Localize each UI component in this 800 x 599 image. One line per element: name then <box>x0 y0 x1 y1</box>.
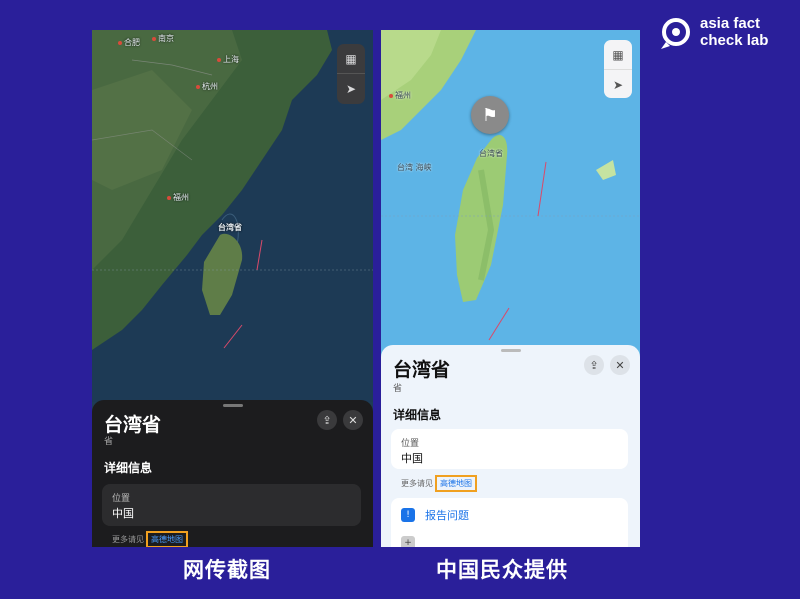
map-label-fuzhou: 福州 <box>167 192 189 203</box>
place-pin[interactable]: ⚑ <box>471 96 511 144</box>
city-dot-icon <box>389 93 393 98</box>
caption-right: 中国民众提供 <box>436 558 568 582</box>
satellite-map[interactable] <box>92 30 373 402</box>
location-value: 中国 <box>112 507 134 520</box>
left-phone-screenshot: 合肥 南京 上海 杭州 福州 台湾省 ▦ ➤ 台湾省 省 ⇪ ✕ 详细信息 位置… <box>92 30 373 547</box>
place-sheet: 台湾省 省 ⇪ ✕ 详细信息 位置 中国 更多请见 高德地图 <box>92 400 373 547</box>
city-dot-icon <box>217 57 221 62</box>
exclamation-bubble-icon: ! <box>401 508 415 522</box>
sheet-grabber[interactable] <box>222 404 243 407</box>
sheet-grabber[interactable] <box>500 349 521 352</box>
magnifier-logo-icon <box>661 18 690 49</box>
standard-map[interactable] <box>381 30 640 350</box>
map-label-taiwan: 台湾省 <box>218 223 242 232</box>
share-icon[interactable]: ⇪ <box>317 410 337 430</box>
actions-list: ! 报告问题 + <box>391 498 628 547</box>
location-value: 中国 <box>401 452 423 465</box>
map-icon[interactable]: ▦ <box>337 44 365 74</box>
location-card: 位置 中国 <box>391 429 628 469</box>
place-sheet: 台湾省 省 ⇪ ✕ 详细信息 位置 中国 更多请见 高德地图 ! 报告问题 + <box>381 345 640 547</box>
details-heading: 详细信息 <box>393 408 442 422</box>
report-issue-button[interactable]: ! 报告问题 <box>401 507 469 523</box>
add-icon: + <box>401 536 415 547</box>
city-dot-icon <box>152 36 156 41</box>
map-controls: ▦ ➤ <box>604 40 632 98</box>
more-info-line: 更多请见 高德地图 <box>401 475 477 492</box>
city-dot-icon <box>167 195 171 200</box>
place-subtitle: 省 <box>104 437 114 447</box>
map-label-fuzhou: 福州 <box>389 90 411 101</box>
map-label-hefei: 合肥 <box>118 37 140 48</box>
place-title: 台湾省 <box>104 414 162 436</box>
close-icon[interactable]: ✕ <box>610 355 630 375</box>
location-card: 位置 中国 <box>102 484 361 526</box>
caption-left: 网传截图 <box>183 558 271 582</box>
map-label-taiwan: 台湾省 <box>479 149 503 158</box>
map-icon[interactable]: ▦ <box>604 40 632 70</box>
map-label-strait: 台湾 海峡 <box>397 163 432 172</box>
details-heading: 详细信息 <box>104 461 153 475</box>
asia-fact-check-lab-logo: asia fact check lab <box>658 14 788 54</box>
logo-text: asia fact check lab <box>700 15 769 49</box>
map-label-nanjing: 南京 <box>152 33 174 44</box>
share-icon[interactable]: ⇪ <box>584 355 604 375</box>
place-subtitle: 省 <box>393 384 403 394</box>
location-arrow-icon[interactable]: ➤ <box>337 74 365 103</box>
map-label-hangzhou: 杭州 <box>196 81 218 92</box>
second-action-button[interactable]: + <box>401 536 425 547</box>
flag-icon: ⚑ <box>471 96 509 134</box>
amap-link[interactable]: 高德地图 <box>435 475 477 492</box>
amap-link[interactable]: 高德地图 <box>146 531 188 547</box>
location-label: 位置 <box>401 439 420 449</box>
city-dot-icon <box>196 84 200 89</box>
more-info-prefix: 更多请见 <box>112 535 144 544</box>
more-info-prefix: 更多请见 <box>401 479 433 488</box>
more-info-line: 更多请见 高德地图 <box>112 531 188 547</box>
city-dot-icon <box>118 40 122 45</box>
map-label-shanghai: 上海 <box>217 54 239 65</box>
location-arrow-icon[interactable]: ➤ <box>604 70 632 98</box>
close-icon[interactable]: ✕ <box>343 410 363 430</box>
map-controls: ▦ ➤ <box>337 44 365 104</box>
report-issue-label: 报告问题 <box>425 509 469 522</box>
location-label: 位置 <box>112 494 131 504</box>
place-title: 台湾省 <box>393 359 451 381</box>
right-phone-screenshot: 福州 台湾 海峡 台湾省 ⚑ ▦ ➤ 台湾省 省 ⇪ ✕ 详细信息 位置 中国 … <box>381 30 640 547</box>
